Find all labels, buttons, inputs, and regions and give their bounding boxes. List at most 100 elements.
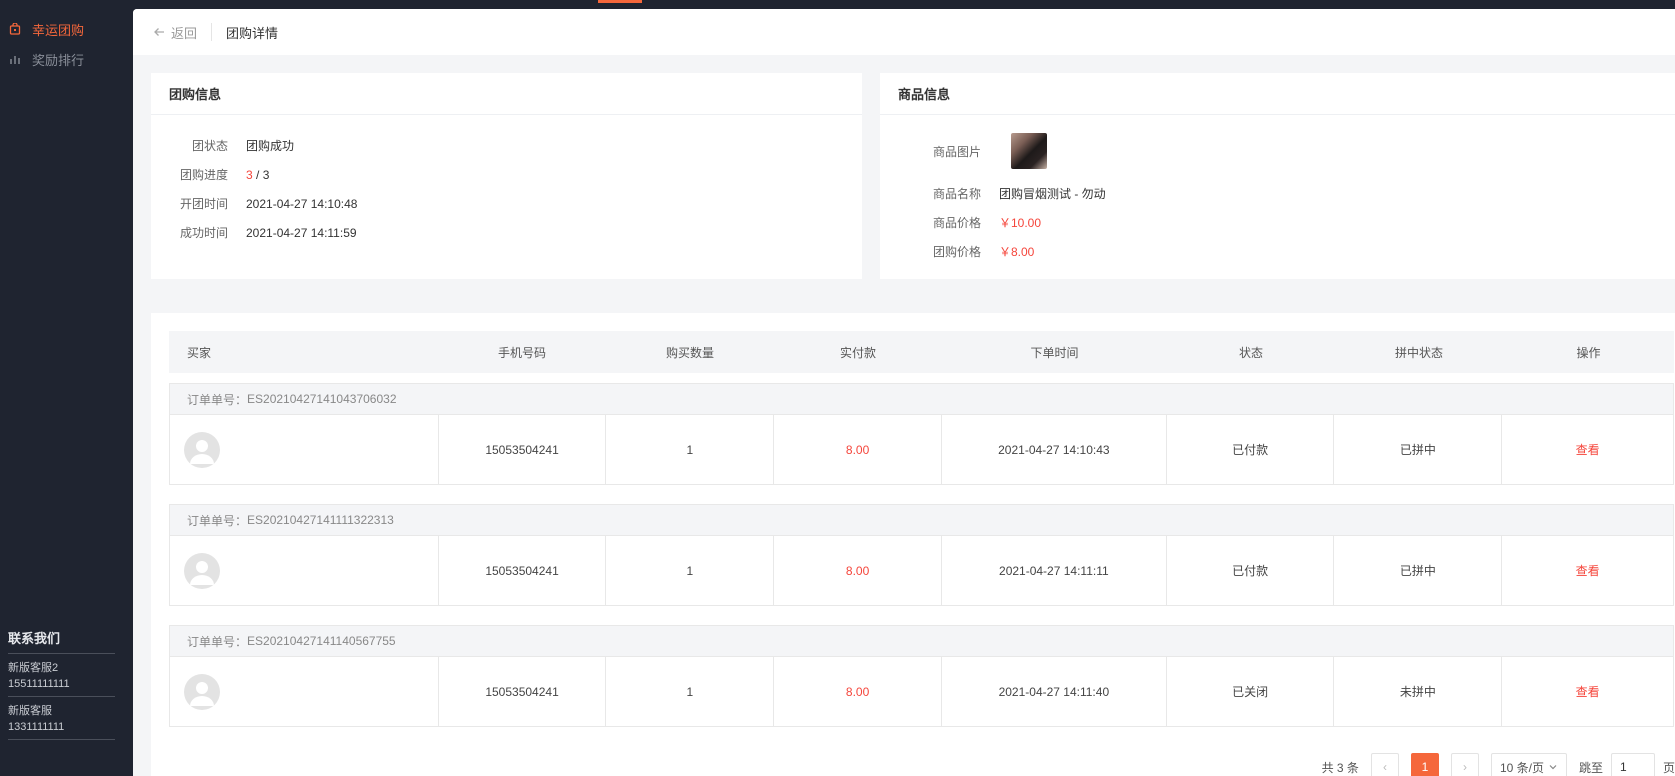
status-cell: 已关闭: [1167, 657, 1335, 726]
open-time-row: 开团时间 2021-04-27 14:10:48: [151, 189, 862, 218]
view-link[interactable]: 查看: [1576, 562, 1600, 579]
page-size-value: 10 条/页: [1499, 760, 1544, 775]
paid-cell: 8.00: [774, 657, 942, 726]
view-link[interactable]: 查看: [1576, 441, 1600, 458]
order-id: ES20210427141140567755: [247, 634, 396, 648]
contact-phone: 1331111111: [8, 721, 65, 733]
sidebar: 幸运团购 奖励排行 联系我们 新版客服2 15511111111 新版客服 13…: [0, 0, 133, 776]
order-prefix: 订单单号：: [187, 513, 248, 528]
paid-cell: 8.00: [774, 415, 942, 484]
progress-separator: /: [252, 167, 263, 182]
qty-cell: 1: [606, 536, 775, 605]
order-prefix: 订单单号：: [187, 392, 248, 407]
success-time-row: 成功时间 2021-04-27 14:11:59: [151, 218, 862, 247]
product-image-row: 商品图片: [880, 131, 1675, 171]
product-info-card: 商品信息 商品图片 商品名称 团购冒烟测试 - 勿动 商品价格 ￥10.00 团…: [880, 73, 1675, 279]
win-status-cell: 未拼中: [1334, 657, 1503, 726]
open-time-value: 2021-04-27 14:10:48: [246, 196, 358, 211]
page-1-button[interactable]: 1: [1410, 753, 1439, 776]
status-cell: 已付款: [1167, 415, 1335, 484]
phone-cell: 15053504241: [439, 536, 607, 605]
product-image-label: 商品图片: [932, 144, 981, 159]
product-thumbnail[interactable]: [1011, 133, 1047, 169]
product-name-label: 商品名称: [932, 187, 981, 201]
table-row: 15053504241 1 8.00 2021-04-27 14:11:11 已…: [169, 536, 1674, 606]
jump-page-input[interactable]: [1610, 753, 1655, 776]
order-group: 订单单号： ES20210427141140567755 15053504241 …: [169, 625, 1674, 727]
avatar: [184, 673, 220, 710]
divider: [211, 23, 213, 41]
order-number: 订单单号： ES20210427141111322313: [169, 504, 1674, 536]
avatar: [184, 552, 220, 589]
arrow-left-icon: [154, 28, 164, 36]
th-buyer: 买家: [187, 345, 212, 360]
back-button[interactable]: 返回: [153, 23, 197, 42]
action-cell: 查看: [1502, 657, 1673, 726]
buyer-cell: [170, 536, 439, 605]
view-link[interactable]: 查看: [1576, 683, 1600, 700]
order-number: 订单单号： ES20210427141140567755: [169, 625, 1674, 657]
qty-cell: 1: [606, 657, 775, 726]
group-price-row: 团购价格 ￥8.00: [880, 237, 1675, 266]
contact-name: 新版客服2: [8, 662, 59, 674]
buyer-cell: [170, 415, 439, 484]
sidebar-item-label: 幸运团购: [32, 22, 85, 38]
page-suffix: 页: [1662, 760, 1675, 775]
product-price-value: ￥10.00: [999, 216, 1042, 230]
phone-cell: 15053504241: [439, 657, 607, 726]
th-quantity: 购买数量: [665, 345, 714, 360]
table-row: 15053504241 1 8.00 2021-04-27 14:10:43 已…: [169, 415, 1674, 485]
main-content: 返回 团购详情 团购信息 团状态 团购成功 团购进度 3 / 3 开团时间 20…: [133, 9, 1675, 776]
group-status-value: 团购成功: [246, 139, 295, 153]
group-status-label: 团状态: [191, 139, 228, 153]
th-order-time: 下单时间: [1030, 345, 1079, 360]
th-phone: 手机号码: [497, 345, 546, 360]
order-group: 订单单号： ES20210427141043706032 15053504241 …: [169, 383, 1674, 485]
group-price-label: 团购价格: [932, 245, 981, 259]
next-page-button[interactable]: ›: [1450, 753, 1479, 776]
win-status-cell: 已拼中: [1334, 415, 1503, 484]
group-price-value: ￥8.00: [999, 245, 1035, 259]
time-cell: 2021-04-27 14:11:11: [942, 536, 1167, 605]
total-count: 共 3 条: [1321, 760, 1359, 775]
qty-cell: 1: [606, 415, 775, 484]
group-status-row: 团状态 团购成功: [151, 131, 862, 160]
product-price-label: 商品价格: [932, 216, 981, 230]
contact-section: 联系我们 新版客服2 15511111111 新版客服 1331111111: [8, 628, 115, 740]
success-time-value: 2021-04-27 14:11:59: [246, 225, 357, 240]
action-cell: 查看: [1502, 415, 1673, 484]
th-paid: 实付款: [839, 345, 876, 360]
th-win-status: 拼中状态: [1394, 345, 1443, 360]
order-prefix: 订单单号：: [187, 634, 248, 649]
order-group: 订单单号： ES20210427141111322313 15053504241 …: [169, 504, 1674, 606]
time-cell: 2021-04-27 14:11:40: [942, 657, 1167, 726]
group-progress-value: 3 / 3: [246, 168, 269, 182]
progress-current: 3: [246, 167, 253, 182]
group-progress-row: 团购进度 3 / 3: [151, 160, 862, 189]
group-info-title: 团购信息: [151, 73, 862, 115]
page-size-select[interactable]: 10 条/页: [1490, 753, 1567, 776]
progress-total: 3: [262, 167, 270, 182]
product-image-wrapper: [1011, 133, 1047, 169]
orders-table-card: 买家 手机号码 购买数量 实付款 下单时间 状态 拼中状态 操作 订单单号： ES…: [151, 313, 1675, 776]
chevron-down-icon: [1549, 765, 1557, 770]
product-info-title: 商品信息: [880, 73, 1675, 115]
win-status-cell: 已拼中: [1334, 536, 1503, 605]
order-number: 订单单号： ES20210427141043706032: [169, 383, 1674, 415]
open-time-label: 开团时间: [179, 197, 228, 211]
contact-name: 新版客服: [8, 705, 52, 717]
paid-cell: 8.00: [774, 536, 942, 605]
product-price-row: 商品价格 ￥10.00: [880, 208, 1675, 237]
group-info-card: 团购信息 团状态 团购成功 团购进度 3 / 3 开团时间 2021-04-27…: [151, 73, 862, 279]
back-label: 返回: [171, 25, 198, 41]
sidebar-item-reward-ranking[interactable]: 奖励排行: [0, 44, 133, 74]
bag-icon: [8, 22, 22, 36]
prev-page-button[interactable]: ‹: [1370, 753, 1399, 776]
product-name-value: 团购冒烟测试 - 勿动: [999, 187, 1106, 201]
success-time-label: 成功时间: [179, 226, 228, 240]
bar-chart-icon: [8, 52, 22, 66]
sidebar-item-lucky-group-buy[interactable]: 幸运团购: [0, 14, 133, 44]
status-cell: 已付款: [1167, 536, 1335, 605]
top-accent-bar: [598, 0, 642, 3]
page-header: 返回 团购详情: [133, 9, 1675, 55]
